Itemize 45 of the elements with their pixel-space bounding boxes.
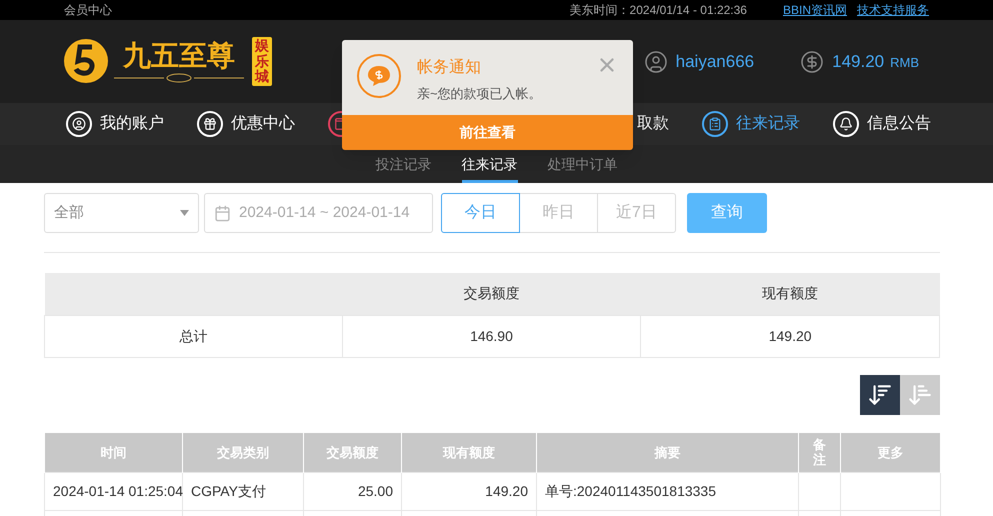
gift-icon bbox=[197, 111, 223, 137]
dollar-icon bbox=[800, 50, 824, 74]
username: haiyan666 bbox=[676, 50, 754, 73]
nav-item[interactable]: 往来记录 bbox=[702, 111, 800, 137]
table-cell: 146.90 bbox=[342, 315, 641, 357]
clipboard-icon bbox=[702, 111, 728, 137]
date-range-field[interactable]: 2024-01-14 ~ 2024-01-14 bbox=[204, 193, 433, 233]
logo-emblem-icon bbox=[62, 37, 110, 86]
eastern-time: 美东时间：2024/01/14 - 01:22:36 bbox=[570, 2, 747, 19]
nav-item[interactable]: 优惠中心 bbox=[197, 111, 295, 137]
type-select[interactable]: 全部 bbox=[44, 193, 199, 233]
user-icon bbox=[66, 111, 92, 137]
nav-item[interactable]: 我的账户 bbox=[66, 111, 164, 137]
sort-button[interactable] bbox=[860, 374, 900, 414]
date-range-text: 2024-01-14 ~ 2024-01-14 bbox=[239, 202, 410, 223]
table-cell: CGPAY支付 bbox=[182, 472, 304, 510]
header-link[interactable]: BBIN资讯网 bbox=[782, 1, 847, 19]
select-value: 全部 bbox=[54, 202, 84, 223]
logo-badge: 娱乐城 bbox=[252, 37, 272, 86]
notification-title: 帐务通知 bbox=[417, 58, 482, 78]
logo-title: 九五至尊 bbox=[123, 39, 235, 74]
currency: RMB bbox=[890, 54, 919, 72]
notification-message: 亲~您的款项已入帐。 bbox=[417, 85, 542, 103]
table-header: 交易额度 bbox=[342, 273, 641, 315]
query-button[interactable]: 查询 bbox=[687, 193, 767, 233]
member-center-title: 会员中心 bbox=[64, 2, 112, 19]
balance: 149.20 bbox=[832, 50, 884, 73]
logo-ornament-icon bbox=[114, 73, 244, 84]
table-cell: 单号:202401143501813335 bbox=[536, 472, 798, 510]
header-link[interactable]: 技术支持服务 bbox=[857, 1, 929, 19]
date-range-option[interactable]: 今日 bbox=[441, 193, 520, 233]
nav-item[interactable]: 取款 bbox=[637, 112, 669, 136]
calendar-icon bbox=[214, 204, 231, 222]
table-cell: 25.00 bbox=[304, 472, 402, 510]
nav-item[interactable]: 信息公告 bbox=[833, 111, 931, 137]
table-header: 现有额度 bbox=[640, 273, 940, 315]
table-cell: 149.20 bbox=[402, 472, 536, 510]
table-cell: 149.20 bbox=[640, 315, 940, 357]
table-cell: 总计 bbox=[44, 315, 342, 357]
view-button[interactable]: 前往查看 bbox=[342, 115, 633, 150]
chat-dollar-icon bbox=[357, 54, 401, 98]
table-cell: 2024-01-14 01:25:04 bbox=[44, 472, 182, 510]
bell-icon bbox=[833, 111, 859, 137]
user-icon bbox=[644, 50, 668, 74]
dropdown-triangle-icon bbox=[180, 210, 189, 216]
